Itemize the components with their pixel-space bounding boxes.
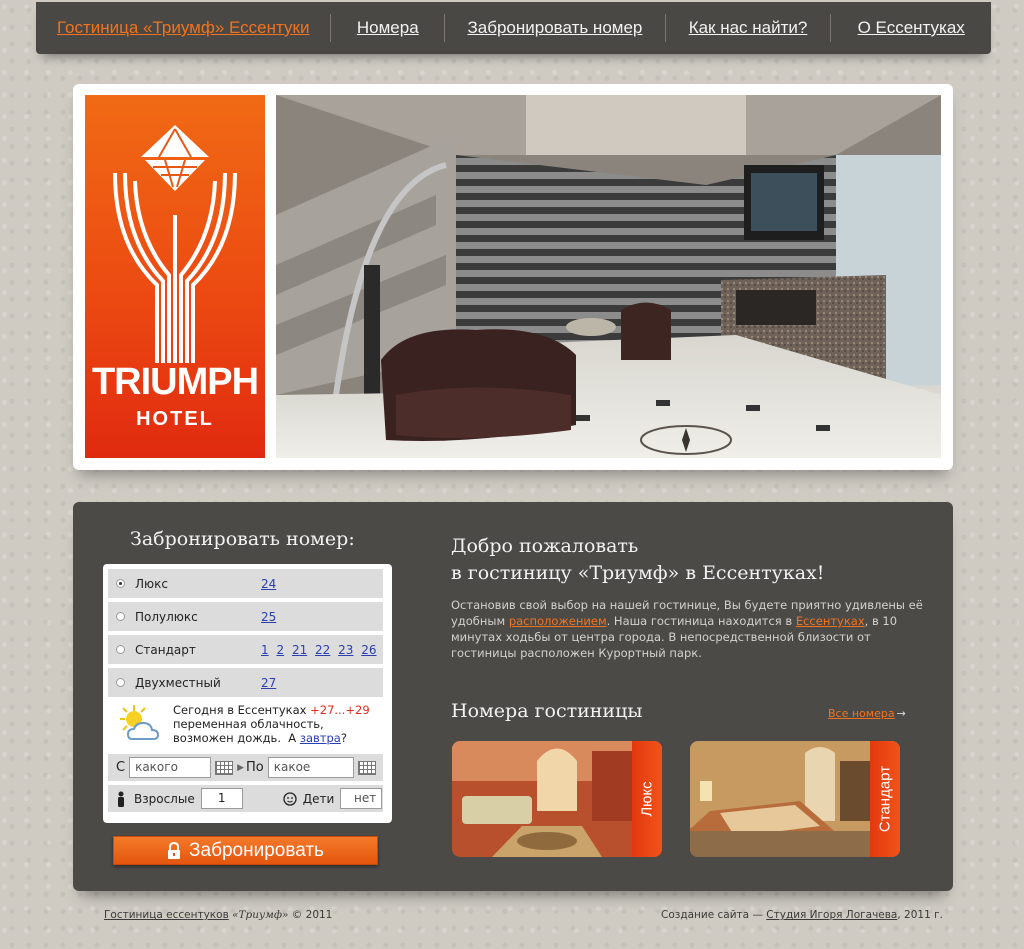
- room-number-link[interactable]: 25: [261, 610, 276, 624]
- booking-title: Забронировать номер:: [130, 528, 355, 550]
- adults-label: Взрослые: [134, 791, 195, 806]
- hero-banner: TRIUMPH HOTEL: [73, 84, 953, 470]
- room-number-link[interactable]: 1: [261, 643, 269, 657]
- lobby-photo: [276, 95, 941, 458]
- welcome-text: Остановив свой выбор на нашей гостинице,…: [451, 597, 931, 661]
- children-input[interactable]: нет: [340, 788, 383, 809]
- nav-item-book[interactable]: Забронировать номер: [445, 18, 665, 38]
- weather-widget: Сегодня в Ессентуках +27...+29 переменна…: [108, 701, 383, 750]
- standard-room-photo: [690, 741, 900, 857]
- room-type-radio[interactable]: [116, 612, 125, 621]
- room-number-link[interactable]: 22: [315, 643, 330, 657]
- footer-home-link[interactable]: Гостиница ессентуков: [104, 909, 229, 921]
- booking-form: Люкс 24 Полулюкс 25 Стандарт 1 2 21 22 2…: [103, 564, 392, 823]
- room-type-radio[interactable]: [116, 678, 125, 687]
- triumph-emblem-icon: [113, 125, 237, 363]
- room-number-link[interactable]: 27: [261, 676, 276, 690]
- date-to-input[interactable]: какое: [267, 757, 354, 778]
- weather-tomorrow-link[interactable]: завтра: [300, 731, 341, 745]
- adult-person-icon: [118, 791, 124, 807]
- room-type-label: Люкс: [135, 576, 168, 591]
- all-rooms-label[interactable]: Все номера: [828, 707, 895, 720]
- room-type-label: Полулюкс: [135, 609, 198, 624]
- room-type-label: Стандарт: [135, 642, 196, 657]
- top-navigation: Гостиница «Триумф» Ессентуки Номера Забр…: [36, 2, 991, 54]
- weather-line3: возможен дождь.: [173, 731, 281, 745]
- nav-item-about-city[interactable]: О Ессентуках: [831, 18, 991, 38]
- date-to-label: По: [246, 760, 264, 775]
- essentuki-link[interactable]: Ессентуках: [796, 614, 865, 628]
- intro-part2: . Наша гостиница находится в: [606, 614, 796, 628]
- room-type-label: Двухместный: [135, 675, 221, 690]
- welcome-line1: Добро пожаловать: [451, 535, 639, 557]
- room-numbers: 1 2 21 22 23 26: [261, 643, 381, 657]
- footer-credit-prefix: Создание сайта —: [661, 909, 767, 921]
- room-tab-label: Люкс: [638, 781, 656, 817]
- room-type-option[interactable]: Люкс 24: [108, 569, 383, 598]
- room-type-option[interactable]: Двухместный 27: [108, 668, 383, 697]
- weather-a-word: А: [288, 731, 297, 745]
- book-button-label: Забронировать: [189, 839, 324, 861]
- weather-line2: переменная облачность,: [173, 717, 324, 731]
- arrow-right-icon: ▶: [237, 762, 244, 773]
- location-link[interactable]: расположением: [509, 614, 607, 628]
- weather-temperature: +27...+29: [310, 703, 370, 717]
- weather-text: Сегодня в Ессентуках +27...+29 переменна…: [173, 703, 388, 745]
- footer-credits: Создание сайта — Студия Игоря Логачева, …: [661, 909, 943, 921]
- room-card-lux[interactable]: Люкс: [452, 741, 662, 857]
- nav-item-find-us[interactable]: Как нас найти?: [666, 18, 831, 38]
- room-tab-lux: Люкс: [632, 741, 662, 857]
- room-numbers: 27: [261, 676, 280, 690]
- room-number-link[interactable]: 23: [338, 643, 353, 657]
- child-face-icon: [283, 791, 297, 806]
- footer-credit-year: , 2011 г.: [897, 909, 943, 921]
- room-card-standard[interactable]: Стандарт: [690, 741, 900, 857]
- room-type-option[interactable]: Полулюкс 25: [108, 602, 383, 631]
- room-number-link[interactable]: 26: [361, 643, 376, 657]
- rooms-title: Номера гостиницы: [451, 700, 643, 722]
- room-numbers: 25: [261, 610, 280, 624]
- footer-copyright: Гостиница ессентуков «Триумф» © 2011: [104, 909, 332, 921]
- adults-input[interactable]: 1: [200, 788, 243, 809]
- hotel-logo: TRIUMPH HOTEL: [85, 95, 265, 458]
- weather-line1: Сегодня в Ессентуках: [173, 703, 307, 717]
- calendar-icon[interactable]: [215, 760, 234, 775]
- date-range-row: С какого ▶ По какое: [108, 754, 383, 781]
- footer-hotel-name: «Триумф»: [232, 909, 289, 921]
- date-from-label: С: [116, 760, 126, 775]
- book-button[interactable]: Забронировать: [113, 836, 378, 865]
- welcome-heading: Добро пожаловать в гостиницу «Триумф» в …: [451, 533, 871, 587]
- room-type-option[interactable]: Стандарт 1 2 21 22 23 26: [108, 635, 383, 664]
- room-numbers: 24: [261, 577, 280, 591]
- room-number-link[interactable]: 24: [261, 577, 276, 591]
- arrow-right-icon: →: [896, 707, 906, 720]
- all-rooms-link[interactable]: Все номера →: [828, 707, 906, 720]
- nav-item-rooms[interactable]: Номера: [331, 18, 444, 38]
- studio-link[interactable]: Студия Игоря Логачева: [766, 909, 897, 921]
- date-from-input[interactable]: какого: [129, 757, 212, 778]
- children-label: Дети: [302, 791, 335, 806]
- lux-room-photo: [452, 741, 662, 857]
- welcome-line2: в гостиницу «Триумф» в Ессентуках!: [451, 562, 825, 584]
- room-type-radio[interactable]: [116, 645, 125, 654]
- room-type-radio[interactable]: [116, 579, 125, 588]
- nav-brand-link[interactable]: Гостиница «Триумф» Ессентуки: [36, 18, 330, 38]
- weather-question: ?: [340, 731, 347, 745]
- room-number-link[interactable]: 2: [276, 643, 284, 657]
- lock-icon: [168, 841, 181, 859]
- room-number-link[interactable]: 21: [292, 643, 307, 657]
- guests-row: Взрослые 1 Дети нет: [108, 785, 383, 812]
- footer-year: © 2011: [288, 909, 333, 921]
- room-tab-label: Стандарт: [876, 765, 894, 833]
- room-tab-standard: Стандарт: [870, 741, 900, 857]
- partly-cloudy-icon: [120, 705, 160, 740]
- calendar-icon[interactable]: [357, 760, 376, 775]
- logo-wordmark: TRIUMPH: [91, 361, 259, 403]
- logo-subtitle: HOTEL: [136, 408, 214, 430]
